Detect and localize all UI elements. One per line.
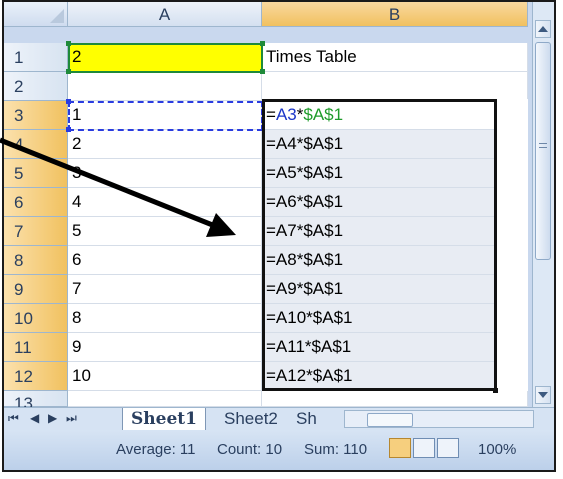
next-sheet-nav-icon[interactable]: ▶ (48, 411, 57, 425)
horizontal-scroll-thumb[interactable] (367, 413, 413, 427)
a1-handle-tl (66, 41, 71, 46)
select-all-corner[interactable] (4, 2, 68, 27)
sheet-tab-bar: ⏮ ◀ ▶ ⏭ Sheet1 Sheet2 Sh (4, 407, 554, 430)
cell-b2[interactable] (262, 72, 528, 101)
first-sheet-nav-icon[interactable]: ⏮ (8, 411, 19, 426)
formula-equals: = (266, 105, 276, 124)
a1-handle-tr (260, 41, 265, 46)
prev-sheet-nav-icon[interactable]: ◀ (30, 411, 39, 425)
cell-b8[interactable]: =A8*$A$1 (262, 246, 495, 275)
cell-b1[interactable]: Times Table (262, 43, 528, 72)
cell-a6[interactable]: 4 (68, 188, 262, 217)
status-count: Count: 10 (217, 441, 283, 458)
cell-b13[interactable] (262, 391, 528, 407)
normal-view-button[interactable] (389, 438, 411, 458)
horizontal-scrollbar[interactable] (344, 410, 534, 428)
up-arrow-icon (538, 26, 548, 32)
cell-b6[interactable]: =A6*$A$1 (262, 188, 495, 217)
cell-a7[interactable]: 5 (68, 217, 262, 246)
cell-a4[interactable]: 2 (68, 130, 262, 159)
row-header-5[interactable]: 5 (4, 159, 68, 188)
a1-handle-br (260, 69, 265, 74)
cell-a12[interactable]: 10 (68, 362, 262, 391)
row-header-9[interactable]: 9 (4, 275, 68, 304)
status-sum: Sum: 110 (304, 441, 368, 458)
tab-sheet3[interactable]: Sh (288, 408, 325, 430)
cell-b10[interactable]: =A10*$A$1 (262, 304, 495, 333)
vertical-scroll-thumb[interactable] (535, 42, 551, 260)
column-header-a[interactable]: A (68, 2, 262, 27)
row-header-1[interactable]: 1 (4, 43, 68, 72)
status-average: Average: 11 (116, 441, 196, 458)
cell-a9[interactable]: 7 (68, 275, 262, 304)
tab-sheet1[interactable]: Sheet1 (122, 408, 206, 430)
cell-b5[interactable]: =A5*$A$1 (262, 159, 495, 188)
cell-a8[interactable]: 6 (68, 246, 262, 275)
cell-a3[interactable]: 1 (68, 101, 262, 130)
row-header-11[interactable]: 11 (4, 333, 68, 362)
a3-handle-bl (66, 127, 71, 132)
scroll-up-button[interactable] (535, 20, 551, 38)
fill-handle[interactable] (493, 388, 498, 393)
formula-relative-ref: A3 (275, 105, 297, 124)
row-header-2[interactable]: 2 (4, 72, 68, 101)
tab-sheet2[interactable]: Sheet2 (216, 408, 286, 430)
last-sheet-nav-icon[interactable]: ⏭ (66, 411, 77, 426)
a1-handle-bl (66, 69, 71, 74)
row-header-10[interactable]: 10 (4, 304, 68, 333)
row-header-8[interactable]: 8 (4, 246, 68, 275)
row-header-7[interactable]: 7 (4, 217, 68, 246)
row-header-13[interactable]: 13 (4, 391, 68, 413)
vertical-scrollbar[interactable] (532, 2, 554, 407)
row-header-4[interactable]: 4 (4, 130, 68, 159)
scroll-down-button[interactable] (535, 386, 551, 404)
spreadsheet-window: A B 1 2 Times Table 2 3 1 =A3*$A$1 4 2 =… (2, 0, 556, 472)
cell-b7[interactable]: =A7*$A$1 (262, 217, 495, 246)
cell-a5[interactable]: 3 (68, 159, 262, 188)
zoom-level[interactable]: 100% (478, 441, 516, 458)
grip-icon (539, 143, 547, 148)
row-header-6[interactable]: 6 (4, 188, 68, 217)
down-arrow-icon (538, 392, 548, 398)
cell-b11[interactable]: =A11*$A$1 (262, 333, 495, 362)
status-bar: Average: 11 Count: 10 Sum: 110 100% (4, 430, 554, 470)
cell-a10[interactable]: 8 (68, 304, 262, 333)
cell-a11[interactable]: 9 (68, 333, 262, 362)
cell-b3-editing[interactable]: =A3*$A$1 (262, 101, 495, 130)
cell-a1[interactable]: 2 (68, 43, 262, 72)
row-header-12[interactable]: 12 (4, 362, 68, 391)
cell-c-area (497, 99, 528, 391)
cell-a13[interactable] (68, 391, 262, 407)
cell-b4[interactable]: =A4*$A$1 (262, 130, 495, 159)
cell-b9[interactable]: =A9*$A$1 (262, 275, 495, 304)
page-break-view-button[interactable] (437, 438, 459, 458)
cell-a2[interactable] (68, 72, 262, 101)
page-layout-view-button[interactable] (413, 438, 435, 458)
a3-handle-tl (66, 99, 71, 104)
column-header-b[interactable]: B (262, 2, 528, 27)
row-header-3[interactable]: 3 (4, 101, 68, 130)
formula-absolute-ref: $A$1 (303, 105, 344, 124)
cell-b12[interactable]: =A12*$A$1 (262, 362, 495, 391)
